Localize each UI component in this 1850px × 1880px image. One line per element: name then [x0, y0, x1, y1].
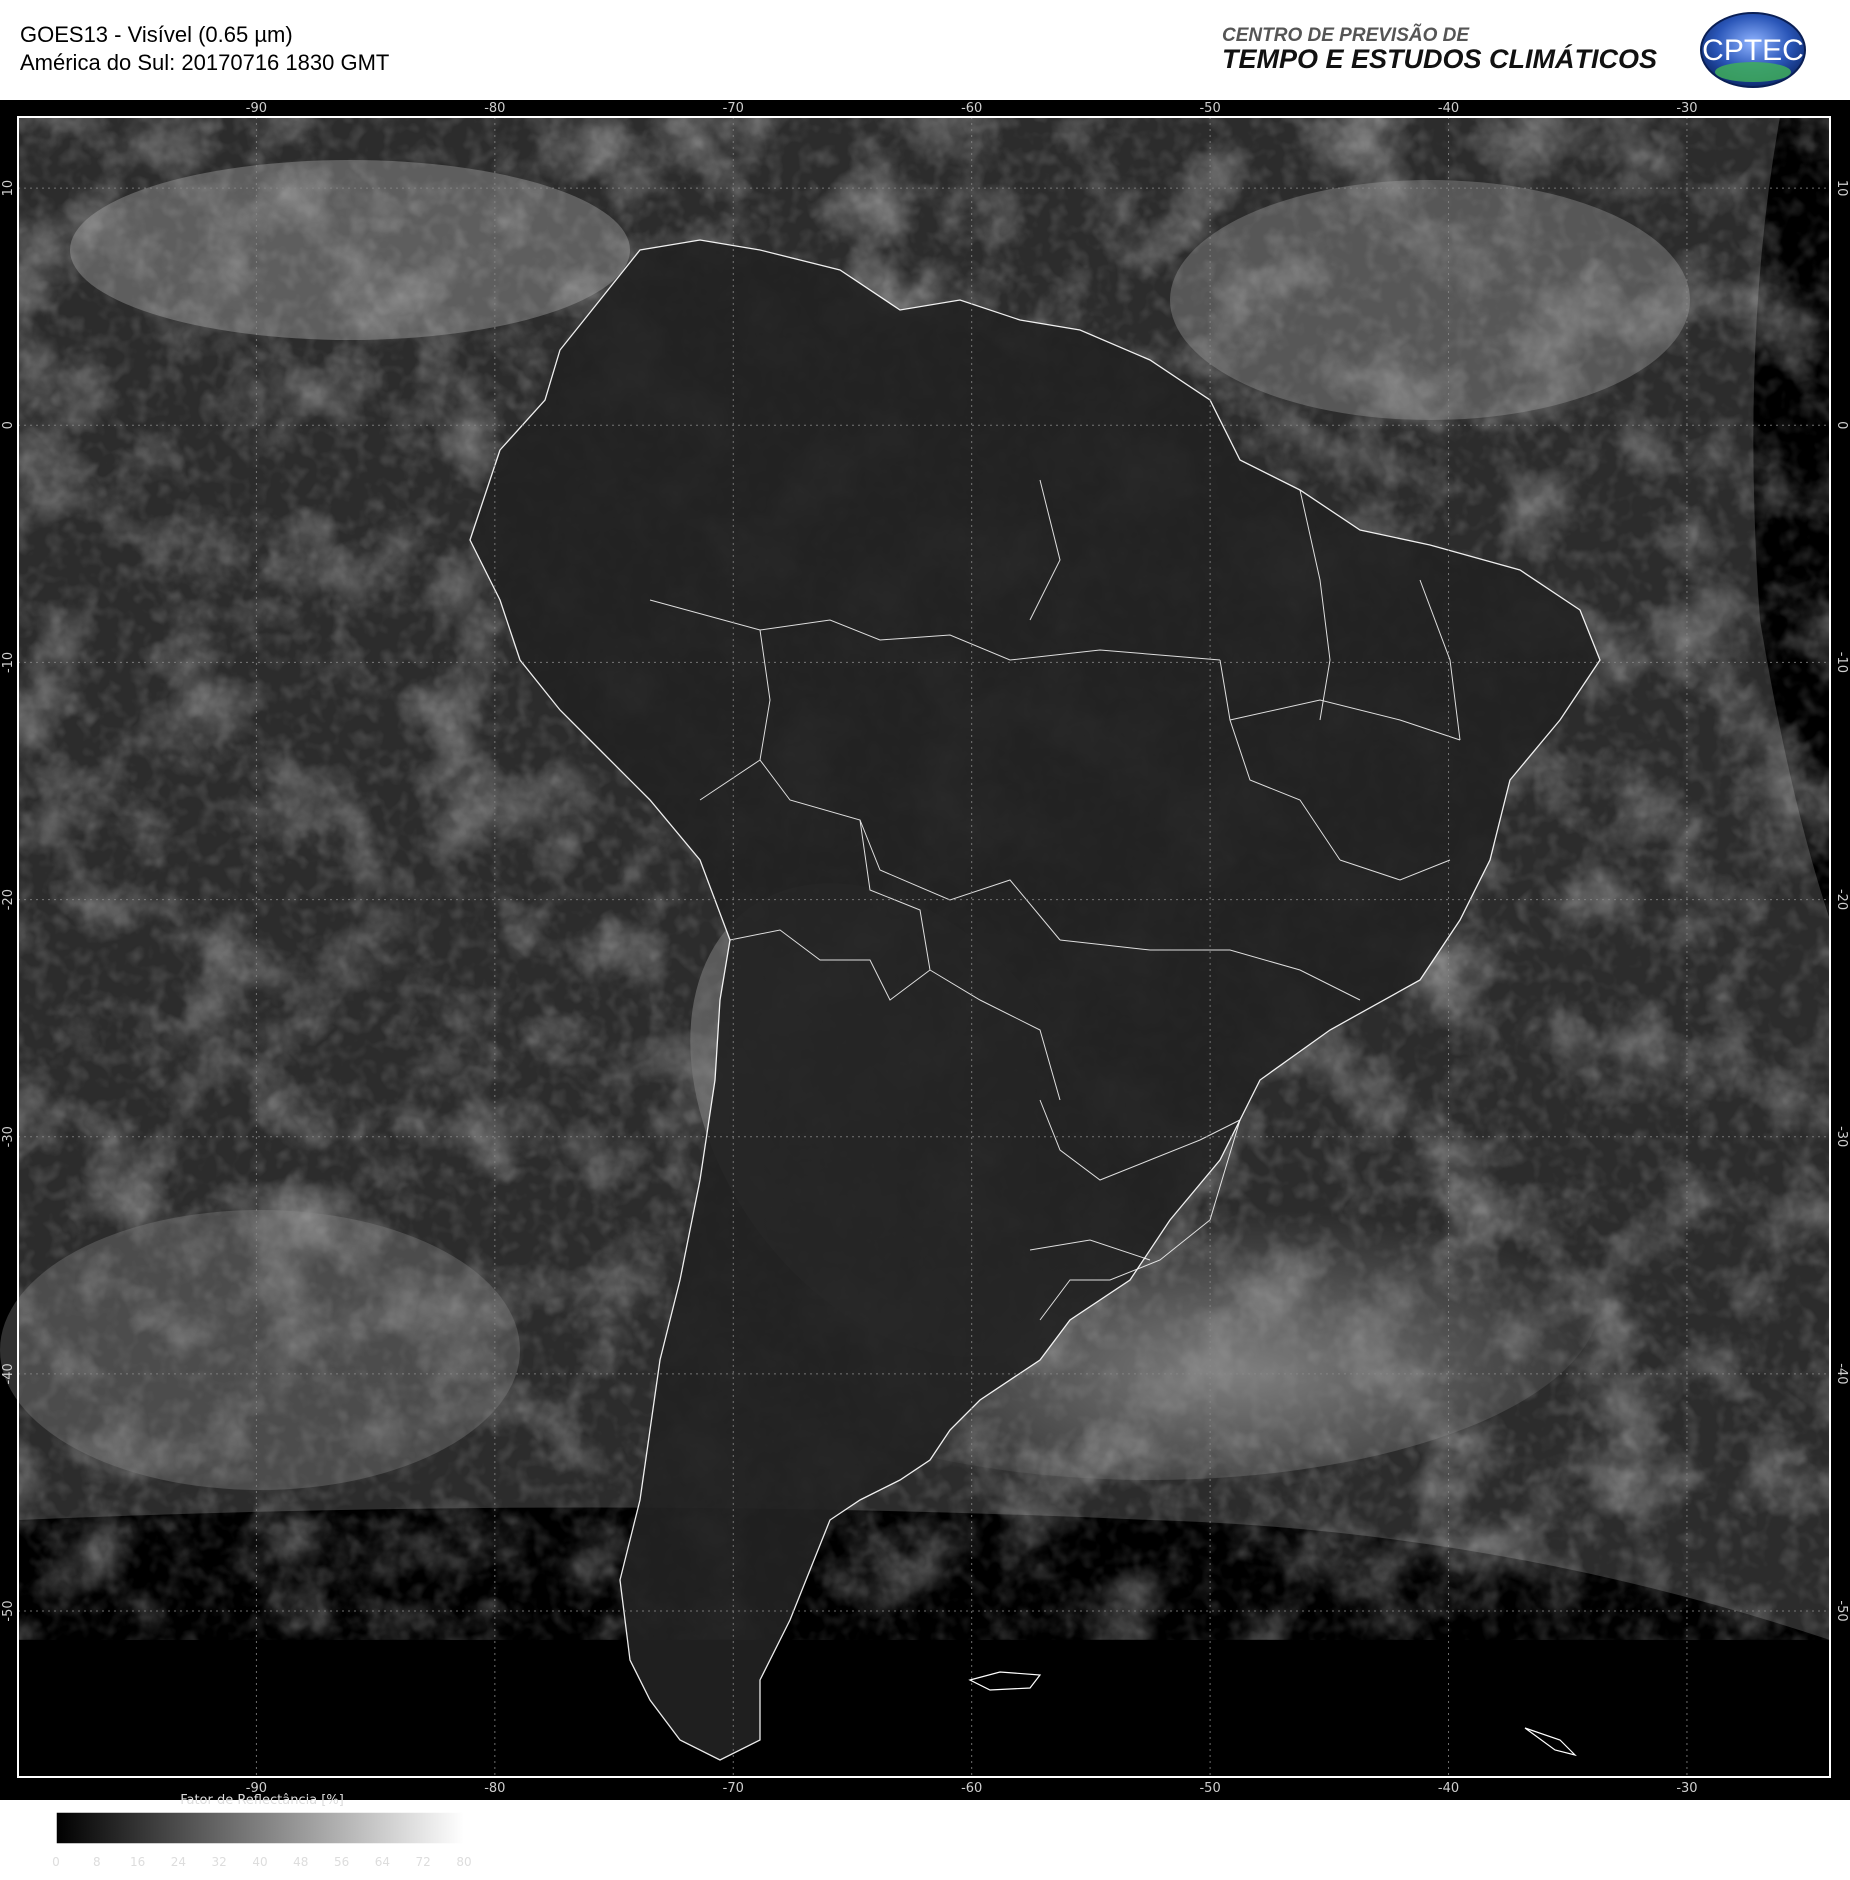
logo-text: CPTEC — [1702, 34, 1804, 67]
region-datetime: América do Sul: 20170716 1830 GMT — [20, 50, 390, 75]
longitude-label-bottom: -40 — [1438, 1781, 1459, 1796]
longitude-label-top: -50 — [1199, 101, 1220, 116]
longitude-label-bottom: -70 — [723, 1781, 744, 1796]
reflectance-colorbar: Fator de Reflectância [%] 0 8 16 24 32 40 48 56… — [52, 1793, 472, 1869]
latitude-label-right: -10 — [1834, 652, 1849, 673]
colorbar-tick-label: 8 — [93, 1855, 101, 1869]
longitude-label-top: -40 — [1438, 101, 1459, 116]
latitude-labels-left: 10 0 -10 -20 -30 -40 -50 — [1, 180, 16, 1622]
latitude-label-right: -50 — [1834, 1600, 1849, 1621]
longitude-labels-top: -90 -80 -70 -60 -50 -40 -30 — [246, 101, 1698, 116]
colorbar-tick-label: 48 — [293, 1855, 308, 1869]
colorbar-tick-label: 16 — [130, 1855, 145, 1869]
latitude-label-right: -20 — [1834, 889, 1849, 910]
latitude-label-left: -30 — [1, 1126, 16, 1147]
latitude-labels-right: 10 0 -10 -20 -30 -40 -50 — [1834, 180, 1849, 1622]
longitude-label-top: -30 — [1676, 101, 1697, 116]
colorbar-gradient — [55, 1811, 465, 1845]
latitude-label-right: 0 — [1834, 421, 1849, 429]
header-bar: GOES13 - Visível (0.65 µm) América do Su… — [0, 0, 1850, 100]
cptec-logo: CPTEC — [1700, 12, 1806, 88]
latitude-label-left: -40 — [1, 1363, 16, 1384]
longitude-label-top: -60 — [961, 101, 982, 116]
longitude-label-bottom: -60 — [961, 1781, 982, 1796]
latitude-label-left: 10 — [1, 180, 16, 197]
colorbar-ticks: 0 8 16 24 32 40 48 56 64 72 80 — [52, 1844, 472, 1869]
longitude-label-bottom: -30 — [1676, 1781, 1697, 1796]
latitude-label-right: -40 — [1834, 1363, 1849, 1384]
organization-line-2: TEMPO E ESTUDOS CLIMÁTICOS — [1222, 44, 1658, 74]
colorbar-tick-label: 0 — [52, 1855, 60, 1869]
colorbar-tick-label: 32 — [212, 1855, 227, 1869]
colorbar-tick-label: 64 — [375, 1855, 390, 1869]
longitude-label-bottom: -50 — [1199, 1781, 1220, 1796]
satellite-map: -90 -80 -70 -60 -50 -40 -30 -90 -80 -70 -60 -50 -40… — [0, 100, 1850, 1869]
longitude-label-top: -70 — [723, 101, 744, 116]
latitude-label-left: 0 — [1, 421, 16, 429]
latitude-label-left: -20 — [1, 889, 16, 910]
south-georgia-island — [1524, 1727, 1577, 1757]
longitude-label-top: -80 — [484, 101, 505, 116]
colorbar-tick-label: 40 — [252, 1855, 267, 1869]
longitude-label-bottom: -80 — [484, 1781, 505, 1796]
map-canvas: -90 -80 -70 -60 -50 -40 -30 -90 -80 -70 -60 -50 -40… — [0, 101, 1849, 1796]
latitude-label-left: -50 — [1, 1600, 16, 1621]
colorbar-tick-label: 72 — [416, 1855, 431, 1869]
colorbar-tick-label: 56 — [334, 1855, 349, 1869]
colorbar-tick-label: 80 — [456, 1855, 471, 1869]
colorbar-title: Fator de Reflectância [%] — [180, 1793, 344, 1808]
longitude-label-top: -90 — [246, 101, 267, 116]
falklands-island — [968, 1671, 1042, 1691]
product-title: GOES13 - Visível (0.65 µm) — [20, 22, 293, 47]
colorbar-tick-label: 24 — [171, 1855, 186, 1869]
latitude-label-left: -10 — [1, 652, 16, 673]
latitude-label-right: 10 — [1834, 180, 1849, 197]
latitude-label-right: -30 — [1834, 1126, 1849, 1147]
